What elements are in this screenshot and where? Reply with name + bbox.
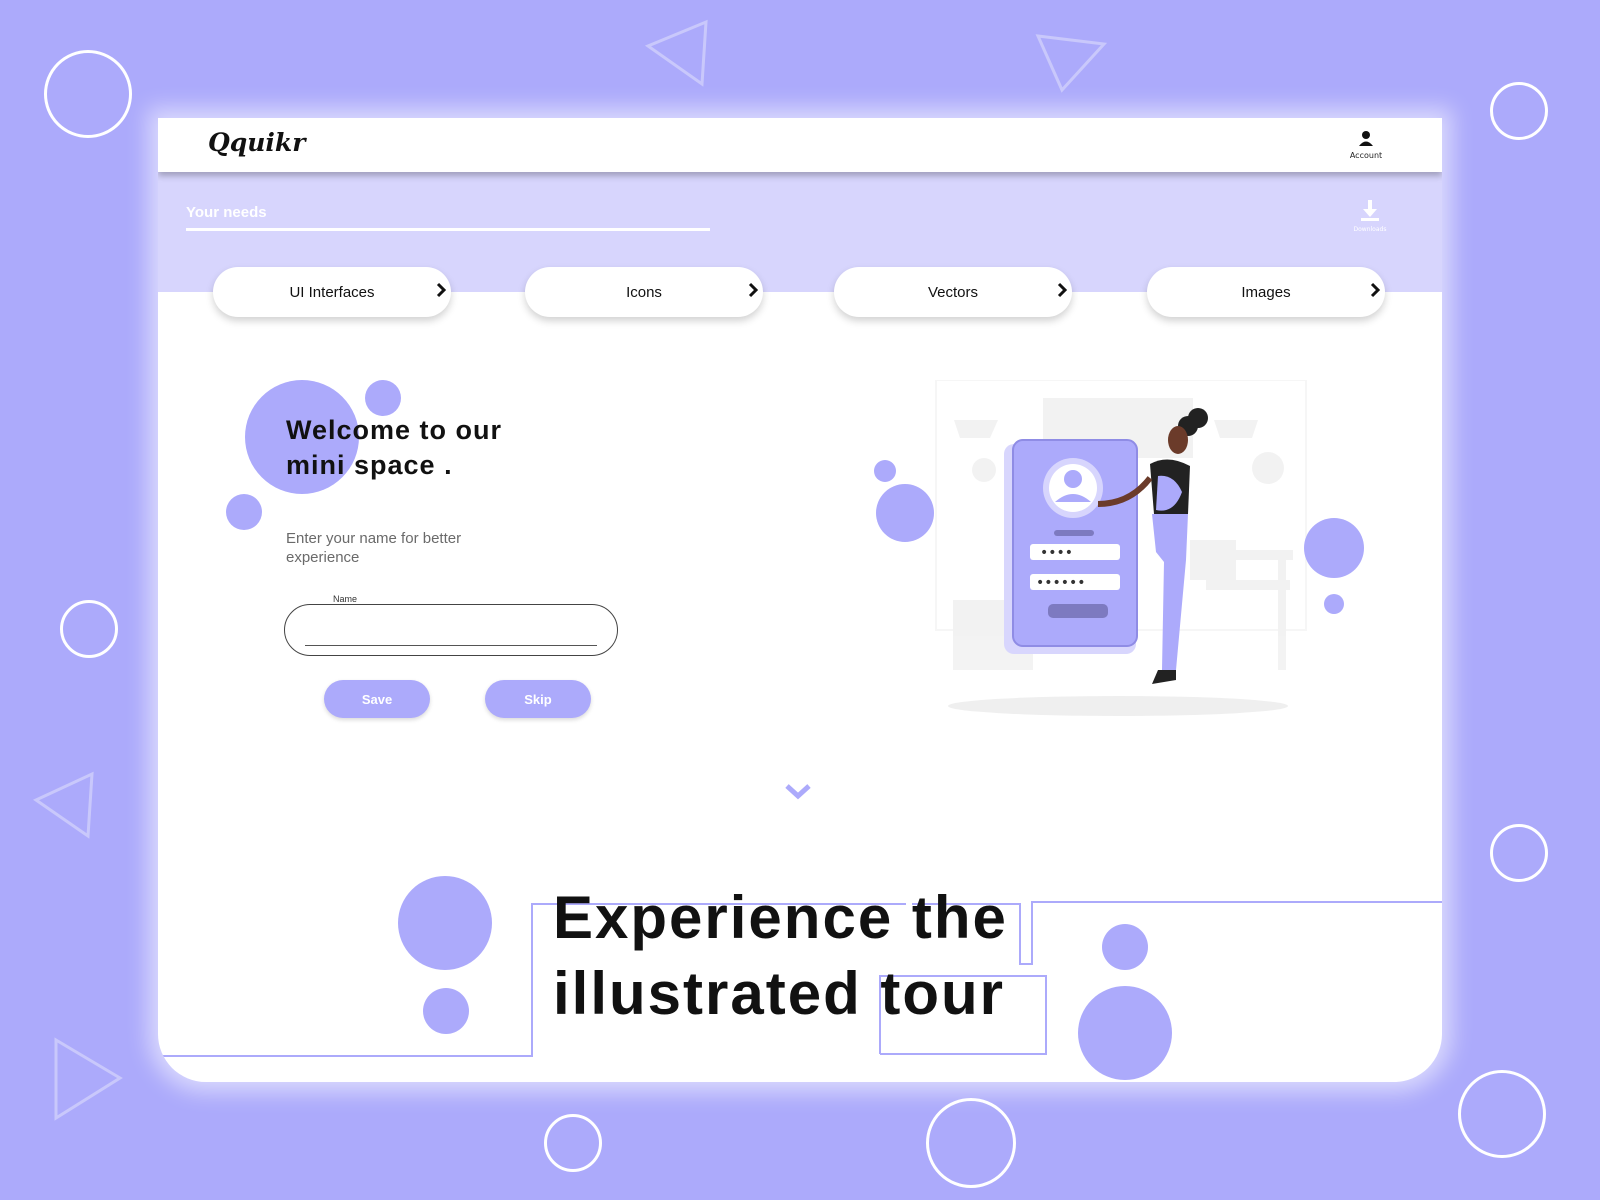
- top-navbar: Qquikr Account: [158, 118, 1442, 172]
- decorative-triangle: [644, 19, 708, 87]
- decorative-circle: [44, 50, 132, 138]
- decorative-circle: [1490, 824, 1548, 882]
- account-label: Account: [1349, 151, 1383, 160]
- decorative-circle: [1490, 82, 1548, 140]
- decorative-circle: [60, 600, 118, 658]
- decorative-circle: [544, 1114, 602, 1172]
- account-button[interactable]: Account: [1344, 130, 1388, 160]
- decorative-triangle: [32, 771, 94, 839]
- decorative-circle: [926, 1098, 1016, 1188]
- tour-line-1: Experience the: [553, 884, 1008, 951]
- tour-heading: Experience the illustrated tour: [553, 880, 1008, 1032]
- app-window: Qquikr Account Your needs Downloads UI I…: [158, 118, 1442, 1082]
- decorative-triangle: [1035, 34, 1108, 93]
- logo[interactable]: Qquikr: [208, 128, 305, 157]
- tour-line-2: illustrated tour: [553, 960, 1006, 1027]
- user-icon: [1359, 131, 1373, 146]
- decorative-circle: [1458, 1070, 1546, 1158]
- decorative-triangle: [54, 1037, 123, 1121]
